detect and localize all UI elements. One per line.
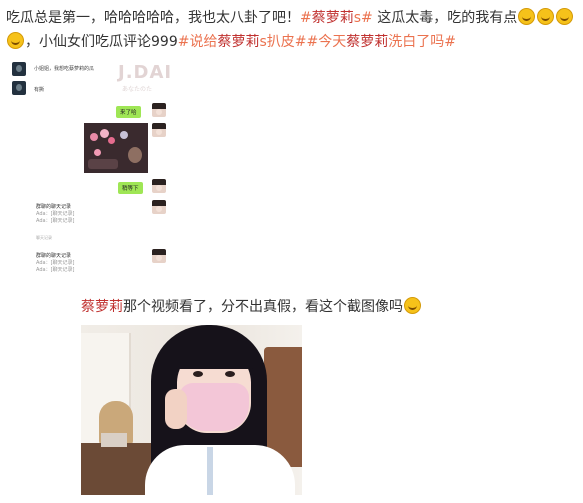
post-text-part1: 吃瓜总是第一，哈哈哈哈哈，我也太八卦了吧！ bbox=[6, 10, 300, 26]
laugh-cry-emoji-icon bbox=[556, 8, 574, 25]
image-caption: 蔡萝莉那个视频看了，分不出真假，看这个截图像吗 bbox=[81, 296, 422, 318]
chat-message: 有撕 bbox=[34, 87, 45, 93]
avatar bbox=[152, 200, 166, 214]
laugh-cry-emoji-icon bbox=[518, 8, 536, 25]
avatar bbox=[152, 249, 166, 263]
avatar bbox=[12, 81, 26, 95]
avatar bbox=[152, 123, 166, 137]
watermark: J.DAI bbox=[118, 62, 173, 83]
chat-record-card: 群聊的聊天记录 Ada：[聊天记录] Ada：[聊天记录] 聊天记录 bbox=[36, 204, 75, 240]
caption-name: 蔡萝莉 bbox=[81, 299, 123, 315]
avatar bbox=[152, 179, 166, 193]
chat-record-card: 群聊的聊天记录 Ada：[聊天记录] Ada：[聊天记录] bbox=[36, 253, 75, 273]
chat-photo bbox=[84, 123, 148, 173]
topic-link-1[interactable]: #蔡萝莉s# bbox=[300, 10, 373, 26]
chat-bubble: 稍等下 bbox=[118, 182, 143, 194]
watermark-sub: あなたのた bbox=[122, 86, 153, 93]
chat-message: 小姐姐，我想吃蔡萝莉的瓜 bbox=[34, 66, 95, 72]
post-text-part2: 这瓜太毒，吃的我有点 bbox=[372, 10, 518, 26]
post-body: 吃瓜总是第一，哈哈哈哈哈，我也太八卦了吧！#蔡萝莉s# 这瓜太毒，吃的我有点 ，… bbox=[6, 6, 580, 54]
avatar bbox=[152, 103, 166, 117]
chat-bubble: 来了哈 bbox=[116, 106, 141, 118]
selfie-photo[interactable] bbox=[81, 325, 302, 495]
topic-link-2[interactable]: #说给蔡萝莉s扒皮# bbox=[178, 34, 307, 50]
chat-screenshot-image[interactable]: J.DAI あなたのた 小姐姐，我想吃蔡萝莉的瓜 有撕 来了哈 稍等下 群聊的聊… bbox=[6, 56, 174, 278]
laugh-cry-emoji-icon bbox=[7, 32, 24, 49]
topic-link-3[interactable]: #今天蔡萝莉洗白了吗# bbox=[307, 34, 456, 50]
caption-text: 那个视频看了，分不出真假，看这个截图像吗 bbox=[123, 299, 403, 315]
avatar bbox=[12, 62, 26, 76]
laugh-cry-emoji-icon bbox=[537, 8, 555, 25]
post-text-part3: ，小仙女们吃瓜评论999 bbox=[25, 34, 178, 50]
sweat-smile-emoji-icon bbox=[404, 297, 421, 314]
